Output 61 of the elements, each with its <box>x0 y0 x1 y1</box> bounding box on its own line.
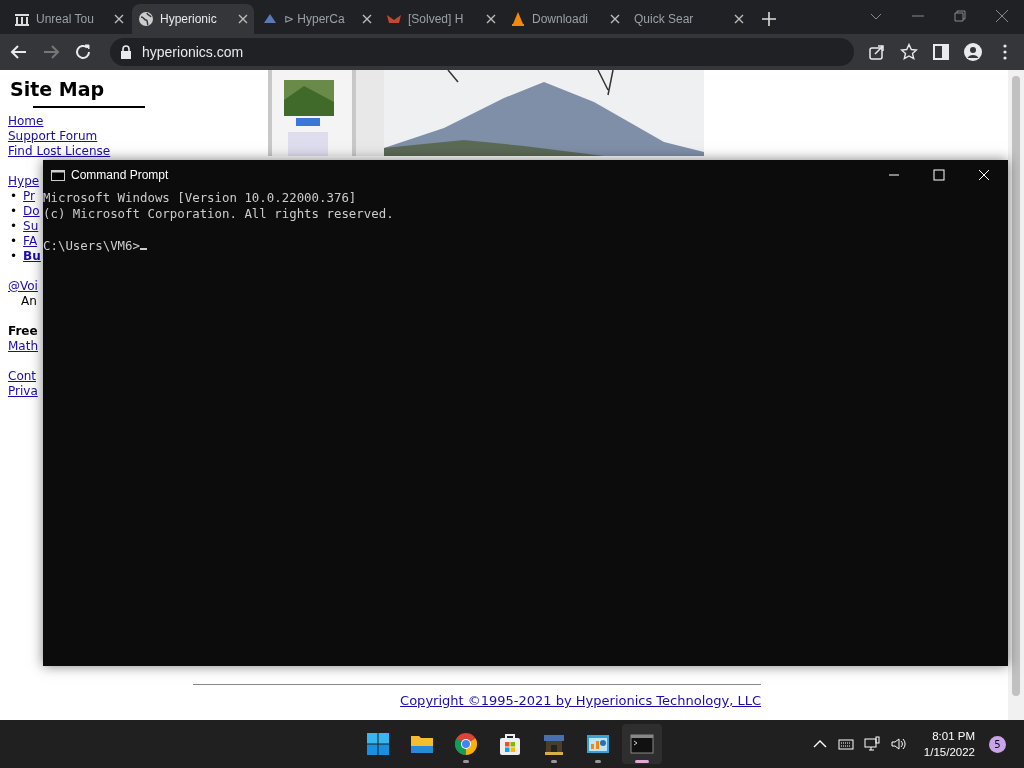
browser-tab[interactable]: Hyperionic <box>132 4 254 34</box>
list-link[interactable]: FA <box>23 234 38 249</box>
list-link[interactable]: Do <box>23 204 40 219</box>
list-link[interactable]: Bu <box>23 249 41 264</box>
restore-icon[interactable] <box>954 10 966 22</box>
notification-badge[interactable]: 5 <box>989 735 1006 753</box>
maximize-icon[interactable] <box>933 169 945 181</box>
bullet: • <box>10 234 18 249</box>
network-icon[interactable] <box>863 736 880 752</box>
windows-start-icon[interactable] <box>366 732 390 756</box>
bullet: • <box>10 249 18 264</box>
nav-link[interactable]: Find Lost License <box>8 144 111 159</box>
store-bag-icon[interactable] <box>498 732 522 756</box>
close-icon[interactable] <box>486 14 496 24</box>
volume-icon[interactable] <box>889 736 906 752</box>
forward-icon[interactable] <box>42 43 60 61</box>
star-icon[interactable] <box>900 43 918 61</box>
terminal-icon[interactable] <box>630 732 654 756</box>
back-icon[interactable] <box>10 43 28 61</box>
columns-icon <box>14 11 30 27</box>
close-icon[interactable] <box>114 14 124 24</box>
nav-link[interactable]: Support Forum <box>8 129 98 144</box>
clock-date[interactable]: 1/15/2022 <box>923 744 975 760</box>
globe-icon <box>138 11 154 27</box>
reload-icon[interactable] <box>74 43 92 61</box>
chart-window-icon[interactable] <box>586 732 610 756</box>
twitter-note: An <box>20 294 38 309</box>
footer-link[interactable]: Cont <box>8 369 37 384</box>
clock-time[interactable]: 8:01 PM <box>932 728 975 744</box>
copyright-link[interactable]: Copyright ©1995-2021 by Hyperionics Technology, LLC <box>400 693 761 708</box>
twitter-link[interactable]: @Voi <box>8 279 38 294</box>
bullet: • <box>10 204 18 219</box>
terminal-icon <box>51 169 65 181</box>
close-icon[interactable] <box>610 14 620 24</box>
close-icon[interactable] <box>734 14 744 24</box>
bullet: • <box>10 189 18 204</box>
chrome-icon[interactable] <box>454 732 478 756</box>
nav-link[interactable]: Home <box>8 114 44 129</box>
profile-icon[interactable] <box>964 43 982 61</box>
page-heading: Site Map <box>10 78 106 100</box>
console-line: Microsoft Windows [Version 10.0.22000.376] <box>43 190 357 206</box>
close-icon[interactable] <box>362 14 372 24</box>
address-bar[interactable]: hyperionics.com <box>110 38 854 66</box>
bullet: • <box>10 219 18 234</box>
console-line: (c) Microsoft Corporation. All rights reserved. <box>43 206 394 222</box>
keyboard-icon[interactable] <box>837 736 854 752</box>
close-icon[interactable] <box>238 14 248 24</box>
list-link[interactable]: Pr <box>23 189 36 204</box>
new-tab-icon[interactable] <box>762 12 776 26</box>
side-panel-icon[interactable] <box>932 43 950 61</box>
share-icon[interactable] <box>868 43 886 61</box>
window-title: Command Prompt <box>71 168 169 182</box>
footer-link[interactable]: Priva <box>8 384 38 399</box>
list-link[interactable]: Su <box>23 219 39 234</box>
free-link[interactable]: Math <box>8 339 39 354</box>
scrollbar[interactable] <box>1008 70 1024 720</box>
section-label: Free <box>8 324 39 339</box>
castle-icon[interactable] <box>542 732 566 756</box>
cone-icon <box>510 11 526 27</box>
section-link[interactable]: Hype <box>8 174 40 189</box>
console-prompt: C:\Users\VM6> <box>43 238 147 254</box>
